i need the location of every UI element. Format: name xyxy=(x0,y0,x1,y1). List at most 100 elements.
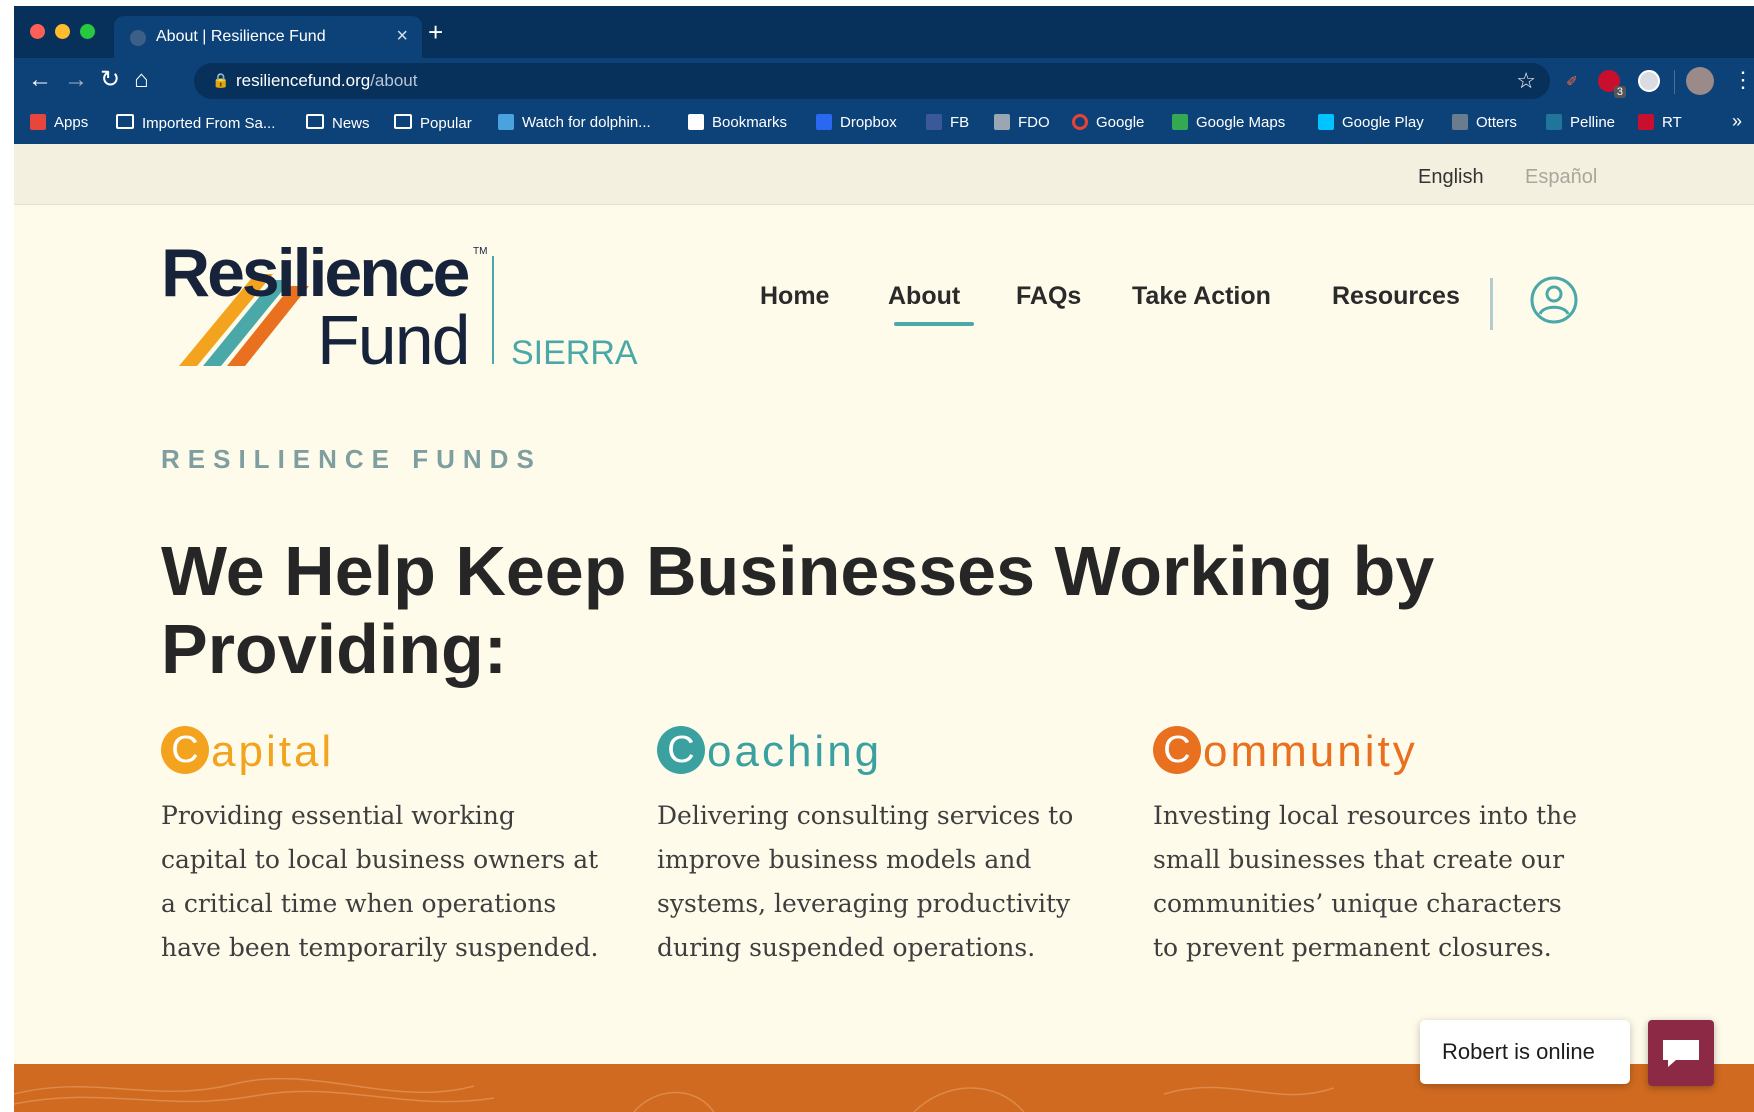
bookmark-label: News xyxy=(332,115,370,132)
fdo-icon xyxy=(994,114,1010,130)
folder-icon xyxy=(394,114,412,129)
bookmark-label: Pelline xyxy=(1570,114,1616,131)
active-nav-underline xyxy=(894,322,974,326)
bookmark-label: RT xyxy=(1662,114,1682,131)
pillar-coaching: C oaching Delivering consulting services… xyxy=(657,726,1097,970)
bookmarks-overflow-button[interactable]: » xyxy=(1732,111,1742,132)
language-bar: English Español xyxy=(14,144,1754,205)
chat-icon xyxy=(1663,1040,1699,1067)
apps-grid-icon xyxy=(30,114,46,130)
pillar-capital: C apital Providing essential working cap… xyxy=(161,726,601,970)
browser-toolbar: ← → ↻ ⌂ 🔒 resiliencefund.org/about ☆ ✐ 3… xyxy=(14,58,1754,104)
nav-about[interactable]: About xyxy=(888,282,960,311)
browser-tab-active[interactable]: About | Resilience Fund × xyxy=(114,16,422,58)
address-bar[interactable]: 🔒 resiliencefund.org/about ☆ xyxy=(194,63,1550,99)
bookmark-watch-for-dolphin[interactable]: Watch for dolphin... xyxy=(498,114,651,131)
new-tab-button[interactable]: + xyxy=(428,19,443,45)
rt-icon xyxy=(1638,114,1654,130)
globe-icon xyxy=(130,30,146,46)
logo-wordmark-line1: Resilience xyxy=(161,235,469,311)
folder-icon xyxy=(116,114,134,129)
bookmark-label: Google xyxy=(1096,114,1145,131)
nav-home[interactable]: Home xyxy=(760,282,829,311)
url-path: /about xyxy=(370,71,418,90)
reload-button[interactable]: ↻ xyxy=(100,66,120,94)
otter-icon xyxy=(1452,114,1468,130)
extension-badge: 3 xyxy=(1613,86,1626,98)
logo-wordmark-line2: Fund xyxy=(317,301,469,374)
bookmark-label: Watch for dolphin... xyxy=(522,114,651,131)
back-button[interactable]: ← xyxy=(28,66,52,94)
bookmark-label: Popular xyxy=(420,115,472,132)
capital-c-badge-icon: C xyxy=(161,726,209,774)
pillar-description: Delivering consulting services to improv… xyxy=(657,801,1074,962)
tab-close-icon[interactable]: × xyxy=(396,25,408,48)
nav-take-action[interactable]: Take Action xyxy=(1132,282,1271,311)
bookmark-bookmarks[interactable]: Bookmarks xyxy=(688,114,787,131)
circle-extension-icon[interactable] xyxy=(1638,70,1660,92)
dolphin-icon xyxy=(498,114,514,130)
star-icon xyxy=(688,114,704,130)
section-eyebrow: RESILIENCE FUNDS xyxy=(161,444,542,474)
page-headline: We Help Keep Businesses Working by Provi… xyxy=(161,532,1435,688)
bookmark-rt[interactable]: RT xyxy=(1638,114,1682,131)
bookmark-label: FDO xyxy=(1018,114,1050,131)
bookmark-google-play[interactable]: Google Play xyxy=(1318,114,1424,131)
bookmark-dropbox[interactable]: Dropbox xyxy=(816,114,897,131)
maximize-window-button[interactable] xyxy=(80,24,95,39)
nav-divider xyxy=(1490,278,1493,330)
bookmark-label: Dropbox xyxy=(840,114,897,131)
close-window-button[interactable] xyxy=(30,24,45,39)
profile-avatar[interactable] xyxy=(1686,67,1714,95)
bookmark-news[interactable]: News xyxy=(306,114,370,132)
browser-menu-button[interactable]: ⋮ xyxy=(1732,66,1754,94)
bookmark-imported-from-sa[interactable]: Imported From Sa... xyxy=(116,114,275,132)
user-account-icon[interactable] xyxy=(1529,275,1579,325)
pillar-title-text: ommunity xyxy=(1203,727,1418,776)
bookmark-otters[interactable]: Otters xyxy=(1452,114,1517,131)
bookmark-pelline[interactable]: Pelline xyxy=(1546,114,1615,131)
bookmark-google[interactable]: Google xyxy=(1072,114,1144,131)
pillar-title-text: apital xyxy=(211,727,335,776)
bookmark-label: Google Play xyxy=(1342,114,1424,131)
toolbar-divider xyxy=(1674,70,1675,94)
url-host: resiliencefund.org xyxy=(236,71,371,90)
wordpress-icon xyxy=(1546,114,1562,130)
ublock-extension-icon[interactable]: 3 xyxy=(1598,70,1626,98)
pillar-community: C ommunity Investing local resources int… xyxy=(1153,726,1593,970)
logo-divider xyxy=(492,256,494,364)
pillar-description: Providing essential working capital to l… xyxy=(161,801,599,962)
chat-status-bubble[interactable]: Robert is online xyxy=(1420,1020,1630,1084)
forward-button[interactable]: → xyxy=(64,66,88,94)
bookmark-label: FB xyxy=(950,114,970,131)
facebook-icon xyxy=(926,114,942,130)
minimize-window-button[interactable] xyxy=(55,24,70,39)
bookmark-star-icon[interactable]: ☆ xyxy=(1516,68,1536,94)
logo-trademark: TM xyxy=(473,246,487,257)
pillar-title: C ommunity xyxy=(1153,726,1593,776)
home-button[interactable]: ⌂ xyxy=(134,66,149,94)
language-espanol-link[interactable]: Español xyxy=(1525,166,1597,189)
bookmark-popular[interactable]: Popular xyxy=(394,114,472,132)
chat-status-text: Robert is online xyxy=(1442,1039,1595,1064)
google-play-icon xyxy=(1318,114,1334,130)
bookmark-google-maps[interactable]: Google Maps xyxy=(1172,114,1285,131)
language-english-link[interactable]: English xyxy=(1418,166,1484,189)
lock-icon: 🔒 xyxy=(212,72,230,88)
community-c-badge-icon: C xyxy=(1153,726,1201,774)
chat-launcher-button[interactable] xyxy=(1648,1020,1714,1086)
resilience-fund-logo[interactable]: Resilience Fund TM SIERRA xyxy=(161,234,641,374)
leaf-extension-icon[interactable]: ✐ xyxy=(1561,70,1583,92)
nav-resources[interactable]: Resources xyxy=(1332,282,1460,311)
bookmark-apps[interactable]: Apps xyxy=(30,114,88,131)
url-text: resiliencefund.org/about xyxy=(236,71,417,91)
logo-region: SIERRA xyxy=(511,334,638,372)
bookmark-fdo[interactable]: FDO xyxy=(994,114,1050,131)
google-icon xyxy=(1072,114,1088,130)
browser-window: About | Resilience Fund × + ← → ↻ ⌂ 🔒 re… xyxy=(14,6,1754,1112)
bookmark-label: Google Maps xyxy=(1196,114,1286,131)
bookmark-fb[interactable]: FB xyxy=(926,114,969,131)
tab-title: About | Resilience Fund xyxy=(156,28,326,45)
nav-faqs[interactable]: FAQs xyxy=(1016,282,1081,311)
title-bar: About | Resilience Fund × + xyxy=(14,6,1754,58)
